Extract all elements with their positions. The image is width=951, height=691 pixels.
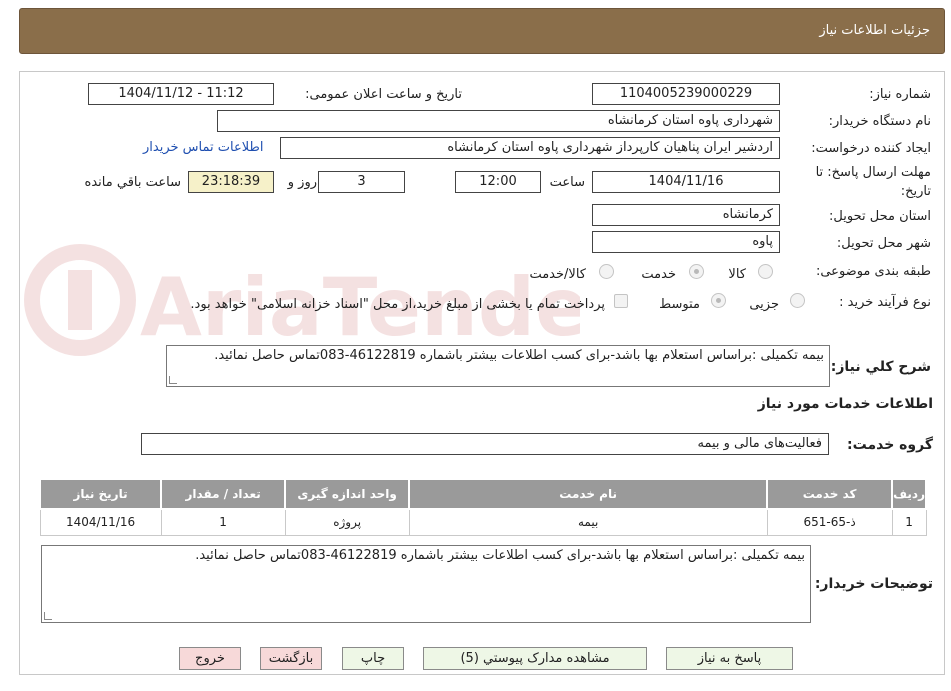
category-goods-service-radio[interactable] — [599, 264, 614, 279]
reply-button[interactable]: پاسخ به نیاز — [666, 647, 793, 670]
province-label: استان محل تحویل: — [829, 209, 931, 224]
deadline-label-date: تاریخ: — [900, 184, 931, 199]
col-need-date: تاریخ نیاز — [38, 478, 163, 510]
attachments-button[interactable]: مشاهده مدارک پیوستي (5) — [423, 647, 647, 670]
summary-textarea[interactable]: بیمه تکمیلی :براساس استعلام بها باشد-برا… — [166, 345, 830, 387]
category-label: طبقه بندی موضوعی: — [815, 264, 931, 279]
category-goods-label: کالا — [728, 267, 746, 282]
buyer-notes-text: بیمه تکمیلی :براساس استعلام بها باشد-برا… — [195, 548, 805, 563]
cell-unit: پروژه — [284, 508, 410, 536]
days-label: روز و — [287, 175, 317, 190]
table-header-row: ردیف کد خدمت نام خدمت واحد اندازه گیری ت… — [38, 478, 927, 510]
buyer-notes-label: توضیحات خریدار: — [814, 576, 933, 592]
buyer-notes-textarea[interactable]: بیمه تکمیلی :براساس استعلام بها باشد-برا… — [41, 545, 811, 623]
creator-label: ایجاد کننده درخواست: — [811, 141, 931, 156]
creator-field: اردشیر ایران پناهیان کارپرداز شهرداری پا… — [280, 137, 780, 159]
category-goods-radio[interactable] — [758, 264, 773, 279]
resize-handle-icon[interactable] — [169, 376, 177, 384]
cell-service-name: بیمه — [408, 508, 768, 536]
need-number-field: 1104005239000229 — [592, 83, 780, 105]
page-title: جزئیات اطلاعات نیاز — [819, 23, 930, 38]
table-row: 1 ذ-65-651 بیمه پروژه 1 1404/11/16 — [39, 508, 927, 536]
province-field: کرمانشاه — [592, 204, 780, 226]
treasury-note: پرداخت تمام یا بخشی از مبلغ خرید،از محل … — [190, 297, 605, 312]
summary-label: شرح کلي نياز: — [830, 359, 931, 375]
back-button[interactable]: بازگشت — [260, 647, 322, 670]
deadline-date-field: 1404/11/16 — [592, 171, 780, 193]
col-quantity: تعداد / مقدار — [160, 478, 287, 510]
need-number-label: شماره نیاز: — [869, 87, 931, 102]
col-service-name: نام خدمت — [408, 478, 769, 510]
buyer-org-label: نام دستگاه خریدار: — [828, 114, 931, 129]
treasury-checkbox[interactable] — [614, 294, 628, 308]
deadline-time-field: 12:00 — [455, 171, 541, 193]
exit-button[interactable]: خروج — [179, 647, 241, 670]
print-button[interactable]: چاپ — [342, 647, 404, 670]
remaining-time-field: 23:18:39 — [188, 171, 274, 193]
buyer-contact-link[interactable]: اطلاعات تماس خریدار — [143, 140, 263, 155]
process-label: نوع فرآیند خرید : — [839, 295, 931, 310]
city-field: پاوه — [592, 231, 780, 253]
deadline-time-label: ساعت — [549, 175, 585, 190]
cell-quantity: 1 — [160, 508, 286, 536]
service-group-label: گروه خدمت: — [847, 437, 933, 453]
announce-label: تاریخ و ساعت اعلان عمومی: — [305, 87, 462, 102]
process-medium-label: متوسط — [659, 297, 700, 312]
days-field: 3 — [318, 171, 405, 193]
col-service-code: کد خدمت — [766, 478, 894, 510]
announce-field: 1404/11/12 - 11:12 — [88, 83, 274, 105]
category-service-label: خدمت — [641, 267, 676, 282]
summary-text: بیمه تکمیلی :براساس استعلام بها باشد-برا… — [214, 348, 824, 363]
remaining-label: ساعت باقي مانده — [84, 175, 181, 190]
page-header: جزئیات اطلاعات نیاز — [19, 8, 945, 54]
process-medium-radio[interactable] — [711, 293, 726, 308]
process-minor-label: جزیی — [749, 297, 779, 312]
cell-need-date: 1404/11/16 — [39, 508, 162, 536]
category-service-radio[interactable] — [689, 264, 704, 279]
services-table: ردیف کد خدمت نام خدمت واحد اندازه گیری ت… — [38, 478, 927, 536]
cell-row: 1 — [891, 508, 927, 536]
buyer-org-field: شهرداری پاوه استان کرمانشاه — [217, 110, 780, 132]
col-unit: واحد اندازه گیری — [284, 478, 411, 510]
city-label: شهر محل تحویل: — [836, 236, 931, 251]
process-minor-radio[interactable] — [790, 293, 805, 308]
service-group-field: فعالیت‌های مالی و بیمه — [141, 433, 829, 455]
category-goods-service-label: کالا/خدمت — [529, 267, 586, 282]
services-section-title: اطلاعات خدمات مورد نياز — [757, 396, 933, 412]
col-row: ردیف — [891, 478, 927, 510]
deadline-label: مهلت ارسال پاسخ: تا — [815, 165, 931, 180]
cell-service-code: ذ-65-651 — [766, 508, 893, 536]
resize-handle-icon[interactable] — [44, 612, 52, 620]
